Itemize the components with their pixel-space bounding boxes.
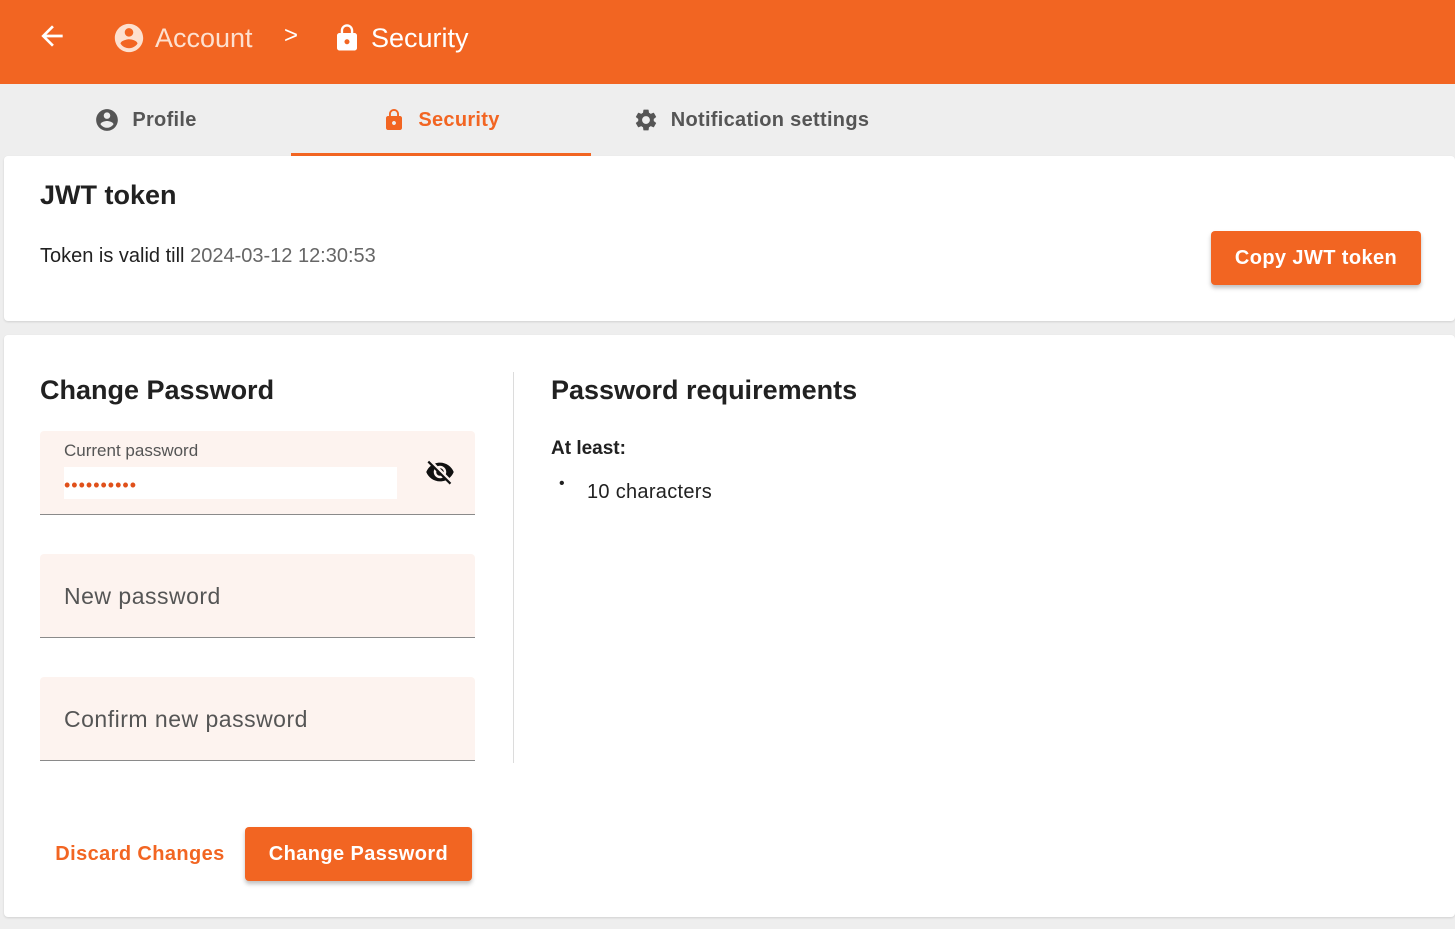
eye-off-icon[interactable]: [423, 457, 457, 487]
tab-notification-settings-label: Notification settings: [670, 108, 870, 131]
jwt-token-card: JWT token Token is valid till 2024-03-12…: [4, 156, 1455, 321]
current-password-input[interactable]: [64, 467, 397, 499]
discard-changes-button[interactable]: Discard Changes: [40, 827, 240, 881]
tab-profile[interactable]: Profile: [0, 84, 291, 156]
password-requirements-title: Password requirements: [551, 375, 858, 405]
gear-icon: [635, 109, 656, 131]
tab-security-label: Security: [418, 108, 500, 131]
requirement-item: • 10 characters: [559, 475, 713, 504]
jwt-token-title: JWT token: [40, 180, 177, 210]
change-password-button[interactable]: Change Password: [245, 827, 472, 881]
token-validity-prefix: Token is valid till: [40, 245, 185, 267]
token-validity: Token is valid till 2024-03-12 12:30:53: [40, 245, 376, 268]
token-expiry-timestamp: 2024-03-12 12:30:53: [190, 245, 376, 267]
bullet: •: [559, 475, 565, 492]
arrow-left-icon[interactable]: [36, 20, 68, 52]
tab-profile-label: Profile: [132, 108, 197, 131]
breadcrumb-security-label: Security: [371, 22, 469, 53]
lock-icon: [386, 109, 403, 130]
tab-security[interactable]: Security: [291, 84, 591, 156]
breadcrumb-account-label: Account: [155, 22, 253, 53]
new-password-field[interactable]: New password: [40, 554, 475, 638]
app-header: Account > Security: [0, 0, 1455, 84]
confirm-password-field[interactable]: Confirm new password: [40, 677, 475, 761]
new-password-placeholder: New password: [64, 583, 221, 609]
copy-jwt-token-button[interactable]: Copy JWT token: [1211, 231, 1421, 285]
breadcrumb-security: Security: [332, 18, 469, 58]
requirement-text: 10 characters: [587, 481, 713, 503]
account-circle-icon: [96, 109, 119, 131]
lock-icon: [337, 24, 357, 51]
vertical-divider: [513, 372, 514, 763]
tab-notification-settings[interactable]: Notification settings: [591, 84, 911, 156]
current-password-label: Current password: [64, 441, 199, 460]
account-circle-icon: [114, 23, 144, 53]
requirements-list: • 10 characters: [559, 475, 713, 504]
password-card: Change Password Current password New pas…: [4, 335, 1455, 917]
confirm-password-placeholder: Confirm new password: [64, 706, 308, 732]
tab-bar: Profile Security Notification settings: [0, 84, 1455, 156]
current-password-field[interactable]: Current password: [40, 431, 475, 515]
change-password-title: Change Password: [40, 375, 275, 405]
breadcrumb-account[interactable]: Account: [112, 18, 253, 58]
requirements-subtitle: At least:: [551, 438, 626, 459]
breadcrumb-separator: >: [284, 22, 299, 49]
